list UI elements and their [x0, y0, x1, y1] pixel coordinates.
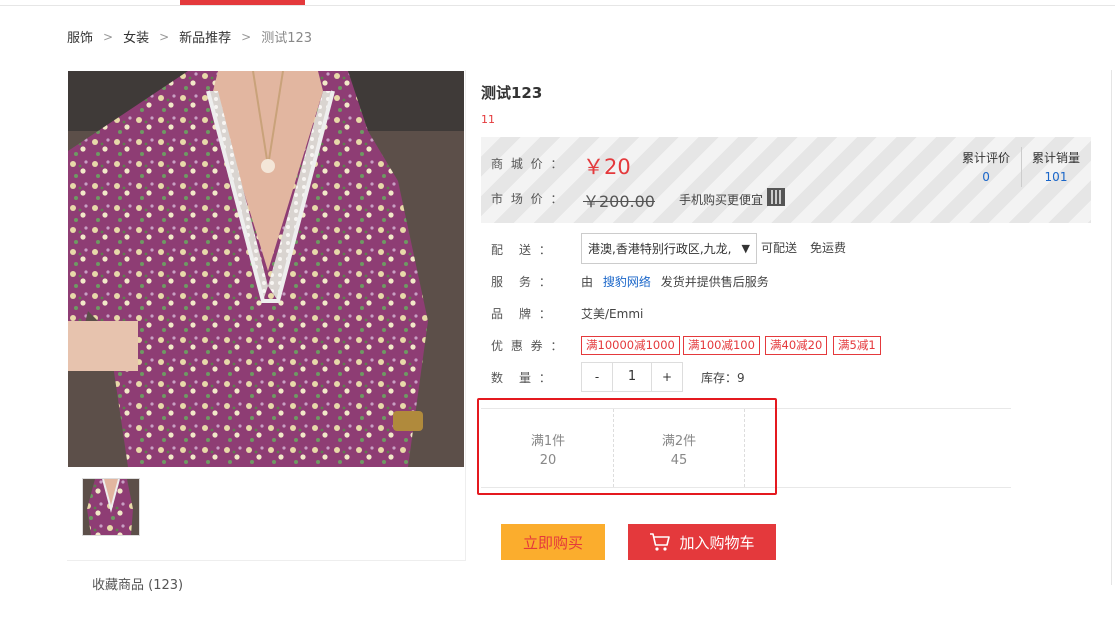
breadcrumb-item-new-arrivals[interactable]: 新品推荐 [179, 27, 231, 46]
coupon-item[interactable]: 满40减20 [765, 336, 828, 355]
tier-price: 20 [539, 453, 557, 468]
product-main-image[interactable] [68, 71, 464, 467]
service-text: 由 搜豹网络 发货并提供售后服务 [581, 273, 769, 290]
breadcrumb-current: 测试123 [261, 31, 313, 46]
stat-divider [1021, 147, 1022, 187]
tier-quantity: 满1件 [530, 434, 566, 449]
scroll-edge [1111, 70, 1112, 585]
product-subtitle: 11 [481, 113, 495, 126]
seller-link[interactable]: 搜豹网络 [603, 275, 651, 289]
service-prefix: 由 [581, 275, 594, 289]
quantity-stepper: - 1 + [581, 362, 683, 392]
breadcrumb: 服饰 > 女装 > 新品推荐 > 测试123 [67, 27, 313, 47]
shop-price: ￥20 [583, 155, 631, 179]
breadcrumb-item-apparel[interactable]: 服饰 [67, 27, 93, 46]
sales-stat: 累计销量 101 [1032, 149, 1080, 184]
quantity-label: 数 量 ： [491, 371, 553, 385]
product-thumbnail[interactable] [82, 478, 140, 536]
chevron-right-icon: > [241, 29, 252, 44]
stock-count: 库存：9 [701, 371, 745, 385]
coupon-item[interactable]: 满5减1 [833, 336, 881, 355]
region-select[interactable]: 港澳,香港特别行政区,九龙, ▼ [581, 233, 757, 264]
add-to-cart-button[interactable]: 加入购物车 [628, 524, 776, 560]
delivery-status: 可配送 [761, 241, 798, 255]
tier-price-item: 满2件 45 [614, 409, 745, 487]
buy-now-button[interactable]: 立即购买 [501, 524, 605, 560]
product-title: 测试123 [481, 84, 543, 102]
brand-label: 品 牌 ： [491, 307, 553, 321]
market-price: ￥200.00 [583, 192, 655, 211]
tier-price: 45 [670, 453, 688, 468]
coupon-label: 优 惠 券 ： [491, 339, 565, 353]
sales-count[interactable]: 101 [1032, 170, 1080, 184]
favorite-product-link[interactable]: 收藏商品 (123) [92, 574, 183, 593]
product-gallery [67, 70, 466, 561]
market-price-label: 市 场 价 ： [491, 192, 565, 206]
cart-icon [650, 533, 671, 551]
quantity-decrease-button[interactable]: - [582, 363, 612, 391]
reviews-label: 累计评价 [962, 151, 1011, 165]
quantity-increase-button[interactable]: + [652, 363, 682, 391]
tier-price-item: 满1件 20 [483, 409, 614, 487]
price-box: 商 城 价 ： ￥20 市 场 价 ： ￥200.00 手机购买更便宜 累计评价… [481, 137, 1091, 223]
breadcrumb-item-womens[interactable]: 女装 [123, 27, 149, 46]
top-bar [0, 0, 1115, 6]
add-to-cart-label: 加入购物车 [679, 533, 755, 552]
coupon-item[interactable]: 满10000减1000 [581, 336, 680, 355]
reviews-count[interactable]: 0 [962, 170, 1010, 184]
coupon-item[interactable]: 满100减100 [683, 336, 760, 355]
chevron-right-icon: > [159, 29, 170, 44]
tier-price-box: 满1件 20 满2件 45 [481, 408, 1011, 488]
chevron-right-icon: > [103, 29, 114, 44]
brand-value: 艾美/Emmi [581, 307, 644, 321]
service-suffix: 发货并提供售后服务 [660, 275, 769, 289]
mobile-purchase-link[interactable]: 手机购买更便宜 [679, 191, 763, 208]
delivery-fee: 免运费 [810, 241, 847, 255]
reviews-stat: 累计评价 0 [962, 149, 1010, 184]
tier-quantity: 满2件 [661, 434, 697, 449]
qr-code-icon[interactable] [767, 188, 785, 206]
top-bar-accent [180, 0, 305, 5]
sales-label: 累计销量 [1032, 151, 1081, 165]
region-select-value: 港澳,香港特别行政区,九龙, [588, 242, 732, 256]
delivery-label: 配 送 ： [491, 243, 553, 257]
quantity-input[interactable]: 1 [612, 363, 652, 391]
shop-price-label: 商 城 价 ： [491, 157, 565, 171]
service-label: 服 务 ： [491, 275, 553, 289]
chevron-down-icon: ▼ [741, 242, 750, 255]
